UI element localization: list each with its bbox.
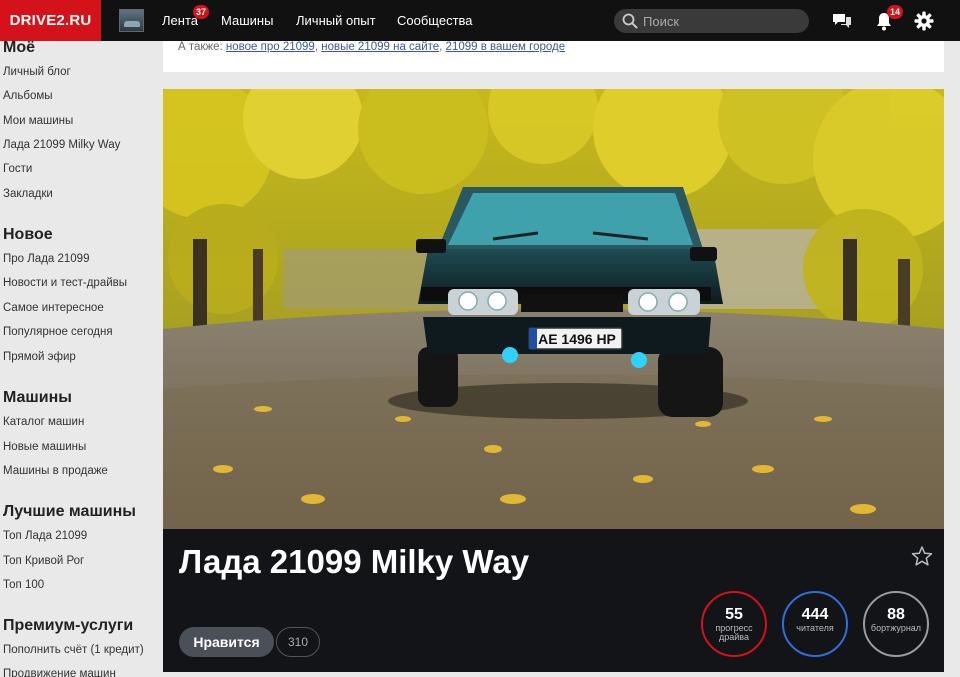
search-input[interactable]: [643, 9, 803, 33]
nav-cars[interactable]: Машины: [221, 0, 273, 41]
sidebar-section-best-cars: Лучшие машины: [3, 503, 136, 520]
related-links-prefix: А также:: [178, 41, 223, 53]
sidebar-item-catalog[interactable]: Каталог машин: [3, 416, 84, 428]
drive-progress-label: прогресс драйва: [715, 623, 753, 642]
readers-label: читателя: [796, 623, 834, 633]
nav-communities-label: Сообщества: [397, 13, 473, 28]
sidebar-item-albums[interactable]: Альбомы: [3, 90, 53, 102]
sidebar-item-top-up[interactable]: Пополнить счёт (1 кредит): [3, 644, 144, 656]
sidebar-section-cars: Машины: [3, 389, 72, 406]
nav-communities[interactable]: Сообщества: [397, 0, 473, 41]
nav-feed[interactable]: Лента: [162, 0, 198, 41]
readers-value: 444: [801, 606, 829, 623]
readers-stat[interactable]: 444 читателя: [782, 591, 848, 657]
search-icon: [622, 13, 638, 29]
like-count: 310: [276, 627, 320, 657]
link-new-on-site[interactable]: новые 21099 на сайте: [321, 41, 439, 53]
car-title: Лада 21099 Milky Way: [179, 543, 530, 580]
sidebar-item-promotion[interactable]: Продвижение машин: [3, 668, 116, 677]
related-links: А также: новое про 21099, новые 21099 на…: [178, 41, 566, 53]
link-about-model[interactable]: новое про 21099: [226, 41, 315, 53]
sidebar-item-top-city[interactable]: Топ Кривой Рог: [3, 555, 84, 567]
left-sidebar: Моё Личный блог Альбомы Мои машины Лада …: [0, 39, 160, 677]
car-photo-illustration: AE 1496 HP: [163, 89, 944, 529]
logbook-stat[interactable]: 88 бортжурнал: [863, 591, 929, 657]
sidebar-item-guests[interactable]: Гости: [3, 163, 32, 175]
logbook-value: 88: [887, 606, 905, 623]
nav-feed-label: Лента: [162, 13, 198, 28]
sidebar-item-most-interesting[interactable]: Самое интересное: [3, 302, 104, 314]
sidebar-item-personal-blog[interactable]: Личный блог: [3, 66, 71, 78]
car-photo[interactable]: AE 1496 HP: [163, 89, 944, 529]
sidebar-section-new: Новое: [3, 226, 53, 243]
drive-progress-stat[interactable]: 55 прогресс драйва: [701, 591, 767, 657]
sidebar-item-cars-for-sale[interactable]: Машины в продаже: [3, 465, 108, 477]
sidebar-item-popular-today[interactable]: Популярное сегодня: [3, 326, 113, 338]
feed-badge: 37: [193, 5, 210, 19]
like-button[interactable]: Нравится: [179, 627, 274, 657]
sidebar-section-mine: Моё: [3, 39, 35, 56]
sidebar-section-premium: Премиум-услуги: [3, 617, 134, 634]
sidebar-item-my-car[interactable]: Лада 21099 Milky Way: [3, 139, 120, 151]
link-in-your-city[interactable]: 21099 в вашем городе: [446, 41, 566, 53]
sidebar-item-top-100[interactable]: Топ 100: [3, 579, 44, 591]
sidebar-item-top-model[interactable]: Топ Лада 21099: [3, 530, 87, 542]
sidebar-item-news[interactable]: Новости и тест-драйвы: [3, 277, 127, 289]
license-plate: AE 1496 HP: [538, 331, 616, 347]
sidebar-item-live[interactable]: Прямой эфир: [3, 351, 76, 363]
logbook-label: бортжурнал: [870, 623, 922, 633]
site-logo[interactable]: DRIVE2.RU: [0, 0, 101, 41]
nav-cars-label: Машины: [221, 13, 274, 28]
messages-icon[interactable]: [831, 10, 853, 32]
sidebar-item-bookmarks[interactable]: Закладки: [3, 188, 53, 200]
nav-personal-experience-label: Личный опыт: [296, 13, 376, 28]
sidebar-item-new-cars[interactable]: Новые машины: [3, 441, 86, 453]
car-title-bar: Лада 21099 Milky Way Нравится 310 55 про…: [163, 529, 944, 672]
user-avatar[interactable]: [119, 9, 144, 32]
top-bar: DRIVE2.RU Лента 37 Машины Личный опыт Со…: [0, 0, 960, 41]
notifications-badge: 14: [887, 5, 904, 19]
sidebar-item-about-model[interactable]: Про Лада 21099: [3, 253, 89, 265]
favorite-star-icon[interactable]: [911, 545, 933, 567]
sidebar-item-my-cars[interactable]: Мои машины: [3, 115, 73, 127]
search-box[interactable]: [614, 9, 809, 33]
related-links-card: А также: новое про 21099, новые 21099 на…: [163, 41, 944, 72]
settings-gear-icon[interactable]: [913, 10, 935, 32]
nav-personal-experience[interactable]: Личный опыт: [296, 0, 376, 41]
drive-progress-value: 55: [725, 606, 743, 623]
